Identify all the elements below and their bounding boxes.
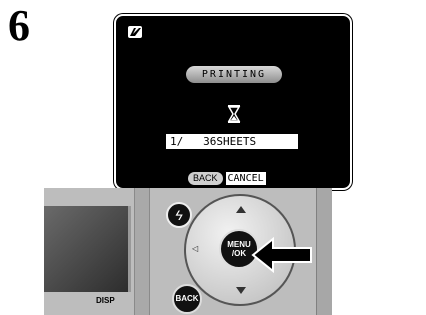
- hourglass-icon: [227, 105, 241, 123]
- camera-body-strip: [134, 188, 150, 315]
- pictbridge-print-icon: [128, 26, 142, 38]
- cancel-hint: BACK CANCEL: [188, 171, 266, 186]
- camera-lcd-window: [44, 206, 131, 292]
- sheet-counter: 1/ 36SHEETS: [166, 134, 298, 149]
- lcd-screen: PRINTING 1/ 36SHEETS BACK CANCEL: [114, 14, 352, 190]
- printing-status-label: PRINTING: [186, 66, 282, 83]
- dpad-down-arrow-icon: [236, 287, 246, 294]
- press-arrow-icon: [251, 236, 312, 274]
- dpad-up-arrow-icon: [236, 206, 246, 213]
- menu-ok-label: MENU /OK: [227, 240, 251, 258]
- cancel-label: CANCEL: [225, 172, 266, 185]
- back-button: BACK: [172, 284, 202, 314]
- step-number: 6: [8, 1, 30, 50]
- camera-right-edge: [316, 188, 332, 315]
- disp-label: DISP: [96, 296, 115, 305]
- flash-icon: ϟ: [166, 202, 192, 228]
- dpad-left-arrow-icon: ◁: [192, 244, 199, 253]
- camera-back-photo: ϟ ◁ MENU /OK BACK DISP: [44, 188, 332, 315]
- back-key-label: BACK: [188, 172, 223, 185]
